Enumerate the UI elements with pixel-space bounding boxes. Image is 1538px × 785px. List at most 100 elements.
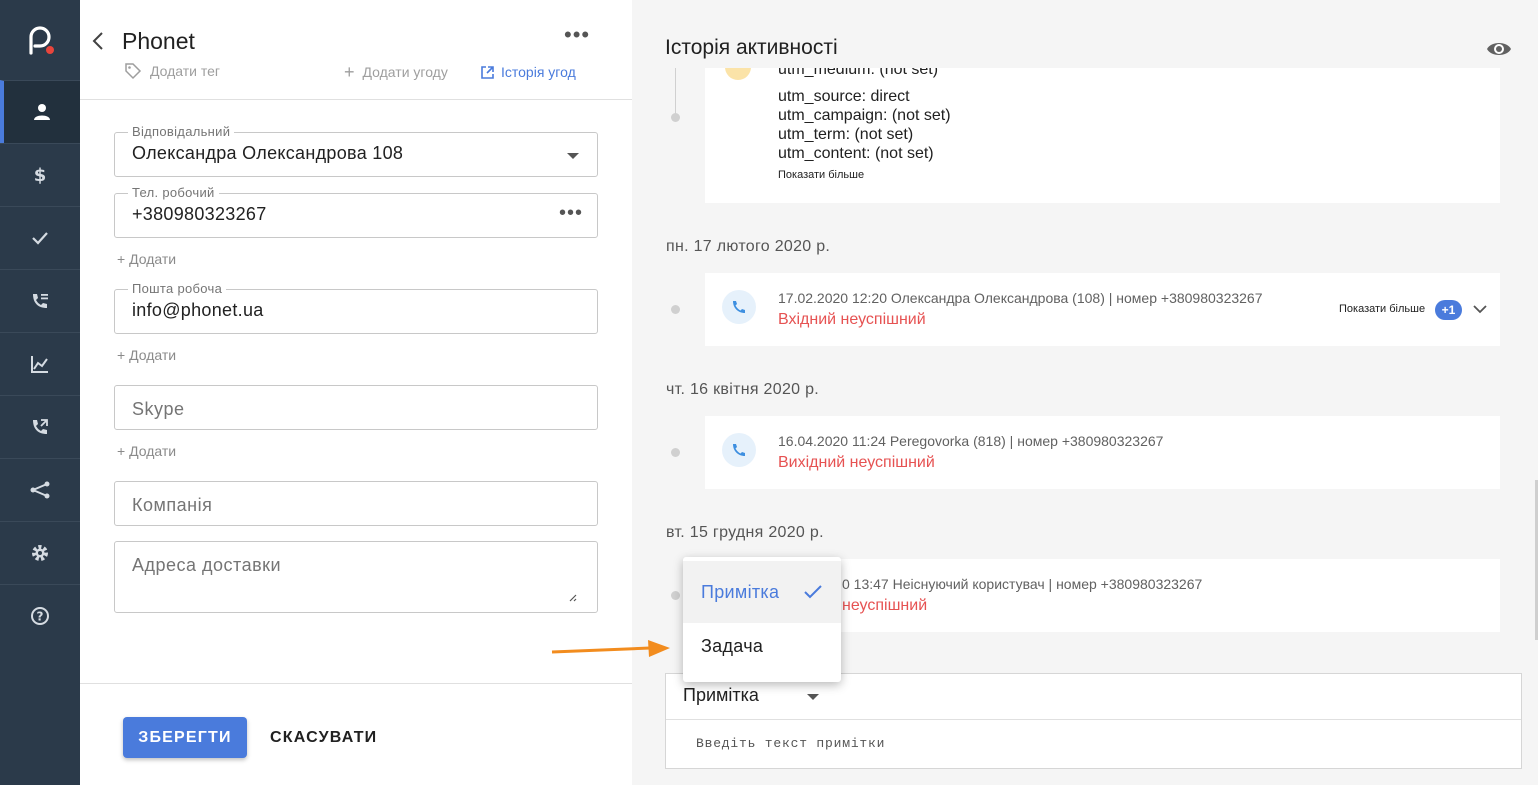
add-tag-link[interactable]: Додати тег xyxy=(124,62,220,80)
add-skype-label: Додати xyxy=(129,443,177,459)
phonet-logo[interactable] xyxy=(0,0,80,80)
nav-analytics[interactable] xyxy=(0,332,80,395)
menu-option-label: Примітка xyxy=(701,581,780,602)
contact-panel: Phonet ••• Додати тег + Додати угоду Іст… xyxy=(80,0,632,785)
call-meta: 0 13:47 Неіснуючий користувач | номер +3… xyxy=(842,576,1203,592)
call-forward-icon xyxy=(33,419,48,434)
add-email-label: Додати xyxy=(129,347,177,363)
call-status: неуспішний xyxy=(842,597,928,614)
tag-icon xyxy=(125,63,142,80)
call-card[interactable]: 17.02.2020 12:20 Олександра Олександрова… xyxy=(705,273,1500,346)
utm-line: utm_content: (not set) xyxy=(778,145,934,162)
utm-lines: utm_source: direct utm_campaign: (not se… xyxy=(778,87,951,163)
call-show-more-link[interactable]: Показати більше xyxy=(1339,303,1425,315)
company-placeholder: Компанія xyxy=(132,495,213,515)
timeline-dot xyxy=(671,305,680,314)
date-header: вт. 15 грудня 2020 р. xyxy=(666,524,824,541)
phone-more-icon[interactable]: ••• xyxy=(559,202,583,225)
menu-option-note[interactable]: Примітка xyxy=(683,561,841,623)
call-card[interactable]: 16.04.2020 11:24 Peregovorka (818) | ном… xyxy=(705,416,1500,489)
call-list-icon xyxy=(33,294,48,308)
skype-field[interactable]: Skype xyxy=(114,385,598,430)
svg-text:?: ? xyxy=(37,610,44,624)
responsible-label: Відповідальний xyxy=(128,124,235,139)
utm-line: utm_source: direct xyxy=(778,88,910,105)
call-meta: 16.04.2020 11:24 Peregovorka (818) | ном… xyxy=(778,433,1164,449)
nav-deals[interactable]: $ xyxy=(0,143,80,206)
utm-card: utm_medium: (not set) utm_source: direct… xyxy=(705,68,1500,203)
nav-settings[interactable] xyxy=(0,521,80,584)
responsible-value: Олександра Олександрова 108 xyxy=(132,143,404,163)
external-link-icon xyxy=(481,65,494,79)
left-nav: $ ? xyxy=(0,0,80,785)
svg-text:$: $ xyxy=(34,165,47,185)
phone-label: Тел. робочий xyxy=(128,185,219,200)
note-composer: Примітка Введіть текст примітки xyxy=(665,673,1522,769)
phone-icon xyxy=(722,290,756,324)
check-icon xyxy=(804,585,822,599)
nav-tasks[interactable] xyxy=(0,206,80,269)
add-phone-link[interactable]: + Додати xyxy=(117,251,176,267)
email-value: info@phonet.ua xyxy=(132,300,264,320)
timeline-line xyxy=(675,68,676,118)
timeline-dot xyxy=(671,448,680,457)
chart-icon xyxy=(31,356,48,373)
note-text-input[interactable]: Введіть текст примітки xyxy=(696,736,885,751)
note-type-select[interactable]: Примітка xyxy=(683,685,759,706)
email-field[interactable]: Пошта робоча info@phonet.ua xyxy=(114,281,598,334)
nav-calls[interactable] xyxy=(0,269,80,332)
call-meta: 17.02.2020 12:20 Олександра Олександрова… xyxy=(778,290,1263,306)
more-options-icon[interactable]: ••• xyxy=(564,24,590,46)
branch-icon xyxy=(30,481,50,499)
phone-value: +380980323267 xyxy=(132,204,267,224)
address-textarea[interactable]: Адреса доставки xyxy=(114,541,598,613)
gear-icon xyxy=(32,545,48,561)
company-field[interactable]: Компанія xyxy=(114,481,598,526)
composer-divider xyxy=(666,719,1521,720)
logo-icon xyxy=(29,26,54,55)
add-tag-label: Додати тег xyxy=(150,63,221,79)
nav-help[interactable]: ? xyxy=(0,584,80,647)
note-type-menu: Примітка Задача xyxy=(683,557,841,682)
contact-title: Phonet xyxy=(122,28,195,54)
eye-icon[interactable] xyxy=(1486,38,1512,60)
skype-placeholder: Skype xyxy=(132,399,185,419)
annotation-arrow-icon xyxy=(551,640,670,657)
deal-history-label: Історія угод xyxy=(501,64,576,80)
nav-call-forward[interactable] xyxy=(0,395,80,458)
check-icon xyxy=(32,232,48,245)
menu-option-task[interactable]: Задача xyxy=(683,615,841,677)
add-deal-link[interactable]: + Додати угоду xyxy=(344,62,448,82)
expand-chevron-icon[interactable] xyxy=(1473,304,1487,314)
add-skype-link[interactable]: + Додати xyxy=(117,443,176,459)
call-status: Вхідний неуспішний xyxy=(778,311,926,328)
activity-title: Історія активності xyxy=(665,36,838,59)
deal-history-link[interactable]: Історія угод xyxy=(480,64,576,80)
back-icon[interactable] xyxy=(88,30,108,52)
header-divider xyxy=(80,99,632,100)
person-icon xyxy=(34,104,50,120)
utm-line-partial: utm_medium: (not set) xyxy=(778,68,939,78)
responsible-select[interactable]: Відповідальний Олександра Олександрова 1… xyxy=(114,124,598,177)
chevron-down-icon xyxy=(567,153,579,159)
utm-show-more-link[interactable]: Показати більше xyxy=(778,169,864,181)
utm-line: utm_term: (not set) xyxy=(778,126,914,143)
save-button[interactable]: ЗБЕРЕГТИ xyxy=(123,717,247,758)
cancel-button[interactable]: СКАСУВАТИ xyxy=(260,717,387,758)
menu-option-label: Задача xyxy=(701,635,764,656)
nav-integrations[interactable] xyxy=(0,458,80,521)
footer-divider xyxy=(80,683,632,684)
email-label: Пошта робоча xyxy=(128,281,227,296)
resize-handle-icon[interactable] xyxy=(567,592,577,602)
date-header: чт. 16 квітня 2020 р. xyxy=(666,381,820,398)
dollar-icon: $ xyxy=(34,165,47,185)
phone-field[interactable]: Тел. робочий +380980323267 ••• xyxy=(114,185,598,238)
date-header: пн. 17 лютого 2020 р. xyxy=(666,238,831,255)
utm-avatar xyxy=(725,68,751,80)
utm-line: utm_campaign: (not set) xyxy=(778,107,951,124)
nav-contacts[interactable] xyxy=(0,80,80,143)
add-phone-label: Додати xyxy=(129,251,177,267)
plus-icon: + xyxy=(344,62,355,82)
chevron-down-icon[interactable] xyxy=(807,694,819,700)
add-email-link[interactable]: + Додати xyxy=(117,347,176,363)
